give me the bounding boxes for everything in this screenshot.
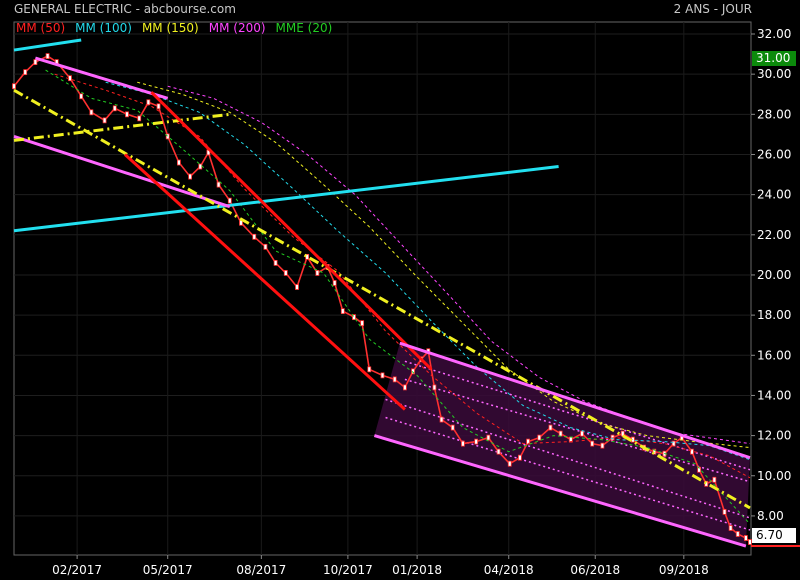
price-candle bbox=[102, 117, 107, 124]
y-tick-label: 22.00 bbox=[757, 228, 791, 242]
price-candle bbox=[263, 243, 268, 250]
y-tick-label: 20.00 bbox=[757, 268, 791, 282]
price-candle bbox=[156, 103, 161, 110]
price-candle bbox=[496, 448, 501, 455]
price-candle bbox=[402, 384, 407, 391]
price-candle bbox=[722, 509, 727, 515]
last-price-badge: 6.70 bbox=[752, 528, 796, 543]
price-candle bbox=[273, 260, 278, 266]
price-candle bbox=[474, 438, 479, 445]
price-candle bbox=[340, 308, 345, 315]
price-candle bbox=[227, 197, 232, 204]
price-candle bbox=[112, 105, 117, 112]
period-label: 2 ANS - JOUR bbox=[673, 2, 752, 16]
price-candle bbox=[283, 270, 288, 276]
price-candle bbox=[486, 434, 491, 441]
price-candle bbox=[537, 434, 542, 441]
legend-item: MM (50) bbox=[16, 21, 66, 35]
price-candle bbox=[690, 448, 694, 455]
x-tick-label: 05/2017 bbox=[143, 563, 193, 577]
x-tick-label: 09/2018 bbox=[659, 563, 709, 577]
price-candle bbox=[23, 69, 28, 76]
price-candle bbox=[360, 320, 365, 327]
y-tick-label: 12.00 bbox=[757, 429, 791, 443]
price-candle bbox=[137, 115, 142, 122]
y-tick-label: 14.00 bbox=[757, 388, 791, 402]
y-tick-label: 8.00 bbox=[757, 509, 784, 523]
price-candle bbox=[216, 181, 221, 188]
price-candle bbox=[392, 376, 397, 383]
y-tick-label: 28.00 bbox=[757, 107, 791, 121]
price-candle bbox=[188, 173, 193, 180]
price-candle bbox=[548, 424, 553, 431]
price-candle bbox=[367, 366, 372, 373]
legend-item: MM (100) bbox=[75, 21, 132, 35]
chart-title: GENERAL ELECTRIC - abcbourse.com bbox=[14, 2, 236, 16]
price-candle bbox=[295, 284, 299, 290]
x-tick-label: 08/2017 bbox=[236, 563, 286, 577]
price-candle bbox=[125, 111, 129, 118]
price-candle bbox=[432, 384, 437, 391]
legend-item: MME (20) bbox=[275, 21, 333, 35]
y-tick-label: 30.00 bbox=[757, 67, 791, 81]
price-candle bbox=[558, 430, 563, 437]
price-candle bbox=[744, 535, 748, 541]
price-candle bbox=[728, 525, 733, 531]
price-candle bbox=[518, 454, 522, 461]
x-tick-label: 06/2018 bbox=[570, 563, 620, 577]
price-candle bbox=[712, 476, 717, 483]
price-candle bbox=[735, 531, 740, 537]
price-candle bbox=[590, 440, 595, 447]
price-candle bbox=[507, 460, 512, 467]
price-candle bbox=[177, 159, 181, 166]
price-candle bbox=[198, 163, 203, 170]
x-tick-label: 02/2017 bbox=[52, 563, 102, 577]
legend-item: MM (200) bbox=[208, 21, 266, 35]
price-candle bbox=[12, 83, 16, 90]
y-tick-label: 24.00 bbox=[757, 188, 791, 202]
price-candle bbox=[146, 99, 151, 106]
price-candle bbox=[79, 93, 84, 100]
price-candle bbox=[45, 53, 50, 59]
price-candle bbox=[600, 442, 605, 449]
legend-item: MM (150) bbox=[141, 21, 199, 35]
price-candle bbox=[89, 109, 94, 116]
price-candle bbox=[580, 430, 584, 437]
y-tick-label: 10.00 bbox=[757, 469, 791, 483]
price-candle bbox=[461, 440, 465, 447]
price-candle bbox=[252, 233, 257, 240]
x-tick-label: 01/2018 bbox=[392, 563, 442, 577]
price-candle bbox=[33, 59, 38, 66]
price-candle bbox=[439, 416, 444, 423]
price-candle bbox=[165, 133, 170, 140]
x-tick-label: 04/2018 bbox=[484, 563, 534, 577]
high-price-badge: 31.00 bbox=[752, 51, 796, 66]
price-candle bbox=[315, 270, 320, 276]
price-chart: 32.00 30.00 28.00 26.00 24.00 22.00 20.00 18.00… bbox=[12, 21, 800, 577]
chart-legend: MM (50) MM (100) MM (150) MM (200) MME (20) bbox=[16, 21, 342, 35]
y-tick-label: 26.00 bbox=[757, 147, 791, 161]
y-tick-label: 32.00 bbox=[757, 27, 791, 41]
price-candle bbox=[332, 280, 337, 286]
y-tick-label: 18.00 bbox=[757, 308, 791, 322]
price-candle bbox=[450, 424, 455, 431]
x-tick-label: 10/2017 bbox=[323, 563, 373, 577]
y-tick-label: 16.00 bbox=[757, 348, 791, 362]
price-candle bbox=[380, 372, 385, 379]
